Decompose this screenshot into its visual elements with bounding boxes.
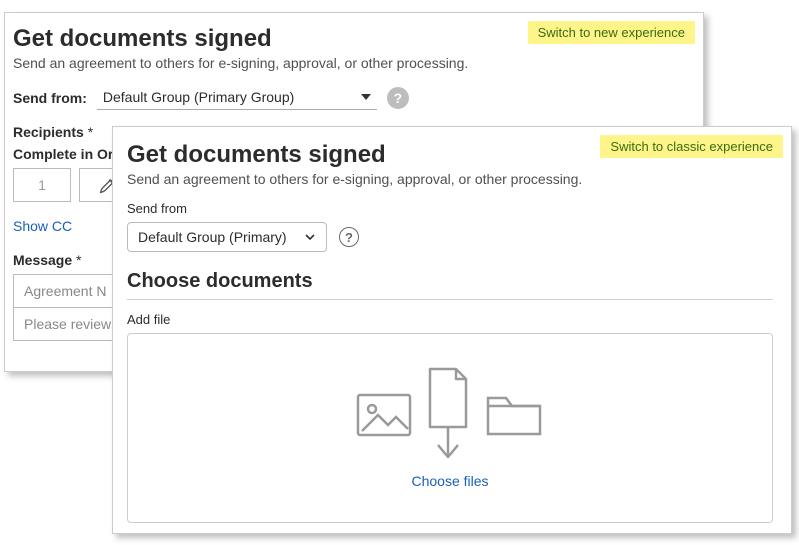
switch-to-classic-banner[interactable]: Switch to classic experience <box>600 135 783 158</box>
send-from-value: Default Group (Primary Group) <box>103 89 294 105</box>
page-subtitle: Send an agreement to others for e-signin… <box>13 55 689 71</box>
send-from-select[interactable]: Default Group (Primary) <box>127 222 327 252</box>
new-experience-panel: Switch to classic experience Get documen… <box>112 126 792 534</box>
send-from-label: Send from <box>127 201 773 216</box>
switch-to-new-banner[interactable]: Switch to new experience <box>528 21 695 44</box>
show-cc-link[interactable]: Show CC <box>13 218 72 234</box>
chevron-down-icon <box>304 231 316 243</box>
choose-files-link[interactable]: Choose files <box>411 473 488 489</box>
send-from-label: Send from: <box>13 90 87 106</box>
add-file-label: Add file <box>127 312 773 327</box>
recipient-order-input[interactable]: 1 <box>13 168 71 202</box>
file-dropzone[interactable]: Choose files <box>127 333 773 523</box>
file-download-icon <box>424 367 472 463</box>
send-from-value: Default Group (Primary) <box>138 229 287 245</box>
dropzone-icons <box>356 367 544 463</box>
page-subtitle: Send an agreement to others for e-signin… <box>127 171 773 187</box>
image-icon <box>356 393 412 437</box>
chevron-down-icon <box>361 94 371 100</box>
choose-documents-heading: Choose documents <box>127 270 773 293</box>
help-icon[interactable]: ? <box>339 227 359 247</box>
section-divider <box>127 299 773 300</box>
send-from-row: Send from: Default Group (Primary Group)… <box>13 85 689 110</box>
help-icon[interactable]: ? <box>387 87 409 109</box>
folder-icon <box>484 392 544 438</box>
send-from-row: Default Group (Primary) ? <box>127 222 773 252</box>
send-from-select[interactable]: Default Group (Primary Group) <box>97 85 377 110</box>
